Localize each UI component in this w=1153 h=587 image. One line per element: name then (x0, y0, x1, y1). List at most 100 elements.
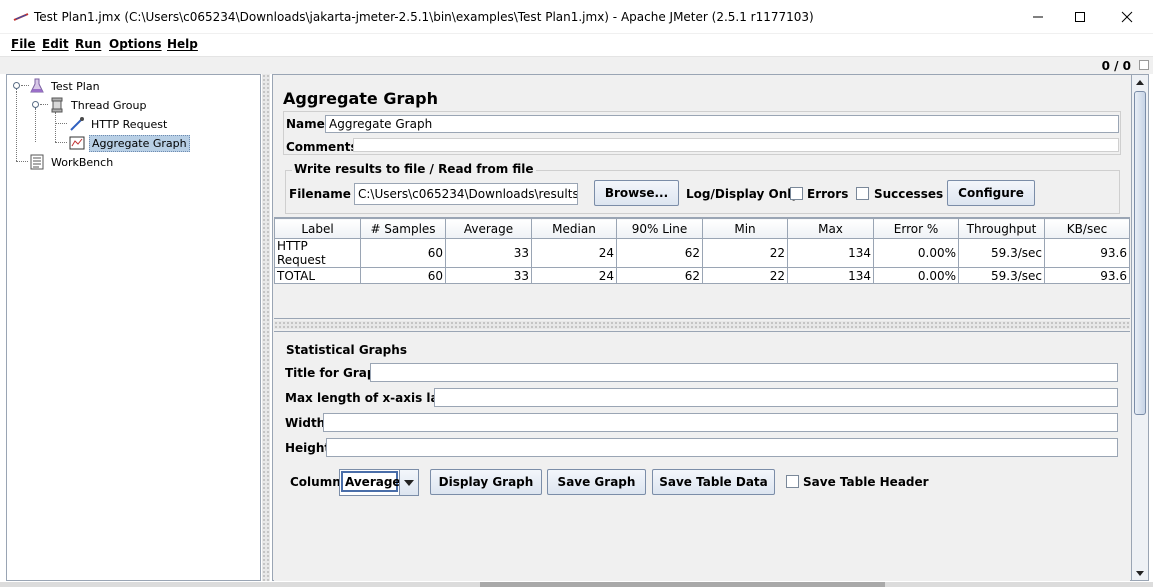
tree-item-http-request[interactable]: HTTP Request (69, 115, 169, 133)
max-length-input[interactable] (434, 388, 1118, 407)
thread-counter: 0 / 0 (1101, 59, 1131, 73)
column-header[interactable]: KB/sec (1044, 218, 1130, 239)
graphs-section-title: Statistical Graphs (286, 343, 407, 357)
window-title: Test Plan1.jmx (C:\Users\c065234\Downloa… (34, 10, 814, 24)
column-label: Column (290, 475, 341, 489)
display-graph-button[interactable]: Display Graph (430, 469, 542, 495)
maximize-button[interactable] (1057, 0, 1103, 34)
column-header[interactable]: Average (445, 218, 532, 239)
write-results-group: Write results to file / Read from file F… (285, 162, 1120, 214)
save-table-header-label: Save Table Header (803, 475, 929, 489)
tree-connector (40, 104, 48, 105)
scrollbar-thumb[interactable] (1134, 91, 1146, 415)
tree-item-label: Test Plan (51, 79, 100, 93)
status-strip: 0 / 0 (0, 56, 1153, 74)
name-label: Name: (286, 117, 330, 131)
table-cell: 24 (531, 238, 617, 268)
table-cell: 33 (445, 267, 532, 284)
save-graph-button[interactable]: Save Graph (547, 469, 646, 495)
horizontal-scrollbar-thumb[interactable] (480, 582, 885, 587)
aggregate-graph-panel: Aggregate Graph Name: Aggregate Graph Co… (272, 74, 1132, 581)
menu-file[interactable]: File (11, 37, 36, 51)
table-cell: 24 (531, 267, 617, 284)
column-header[interactable]: 90% Line (616, 218, 703, 239)
table-cell: 134 (787, 238, 874, 268)
tree-item-aggregate-graph[interactable]: Aggregate Graph (69, 134, 190, 152)
menu-run[interactable]: Run (75, 37, 101, 51)
save-table-data-button[interactable]: Save Table Data (652, 469, 775, 495)
scroll-down-icon[interactable] (1132, 566, 1148, 580)
column-header[interactable]: Min (702, 218, 788, 239)
table-cell: HTTP Request (274, 238, 361, 268)
workbench-icon (30, 154, 44, 170)
table-cell: 0.00% (873, 267, 959, 284)
tree-key-icon[interactable] (31, 100, 40, 109)
width-label: Width (285, 416, 326, 430)
save-table-header-checkbox[interactable] (786, 475, 799, 488)
table-cell: 93.6 (1044, 238, 1130, 268)
close-button[interactable] (1104, 0, 1150, 34)
scroll-up-icon[interactable] (1132, 75, 1148, 89)
height-label: Height (285, 441, 331, 455)
tree-connector (55, 112, 56, 142)
errors-checkbox[interactable] (790, 187, 803, 200)
panel-title: Aggregate Graph (283, 89, 439, 108)
title-for-graph-input[interactable] (370, 363, 1118, 382)
pipette-icon (70, 117, 84, 131)
tree-item-test-plan[interactable]: Test Plan (29, 77, 102, 95)
column-select-value: Average (341, 471, 401, 492)
column-header[interactable]: Throughput (958, 218, 1045, 239)
tree-item-label: Aggregate Graph (89, 134, 190, 152)
browse-button[interactable]: Browse... (594, 180, 679, 206)
tree-item-label: HTTP Request (91, 117, 168, 131)
spool-icon (51, 97, 63, 113)
title-bar: Test Plan1.jmx (C:\Users\c065234\Downloa… (0, 0, 1153, 34)
dropdown-arrow-icon[interactable] (399, 470, 418, 495)
table-cell: 22 (702, 267, 788, 284)
column-select[interactable]: Average (339, 469, 419, 496)
column-header[interactable]: Max (787, 218, 874, 239)
successes-checkbox[interactable] (856, 187, 869, 200)
column-header[interactable]: Error % (873, 218, 959, 239)
tree-connector (16, 161, 28, 162)
column-header[interactable]: Median (531, 218, 617, 239)
log-display-label: Log/Display Only: (686, 187, 804, 201)
name-input[interactable]: Aggregate Graph (325, 115, 1119, 133)
column-header[interactable]: Label (274, 218, 361, 239)
table-cell: 134 (787, 267, 874, 284)
table-cell: 33 (445, 238, 532, 268)
minimize-button[interactable] (1015, 0, 1061, 34)
close-icon (1121, 11, 1133, 23)
table-cell: 60 (360, 267, 446, 284)
jmeter-feather-icon (13, 13, 29, 21)
column-header[interactable]: # Samples (360, 218, 446, 239)
menu-bar: File Edit Run Options Help (0, 34, 1153, 56)
filename-input[interactable]: C:\Users\c065234\Downloads\results.jtl (354, 183, 578, 205)
graph-icon (69, 136, 85, 150)
results-table-container: Label # Samples Average Median 90% Line … (274, 217, 1130, 319)
table-cell: 93.6 (1044, 267, 1130, 284)
tree-item-label: Thread Group (71, 98, 147, 112)
tree-connector (35, 109, 36, 142)
results-table: Label # Samples Average Median 90% Line … (274, 218, 1130, 284)
tree-key-icon[interactable] (12, 81, 21, 90)
errors-label: Errors (807, 187, 849, 201)
table-row[interactable]: TOTAL 60 33 24 62 22 134 0.00% 59.3/sec … (274, 267, 1130, 284)
horizontal-splitter[interactable] (274, 321, 1130, 329)
test-plan-tree: Test Plan Thread Group HTTP Request Aggr… (6, 74, 261, 581)
menu-help[interactable]: Help (167, 37, 198, 51)
tree-item-thread-group[interactable]: Thread Group (49, 96, 148, 114)
comments-input[interactable] (353, 138, 1119, 152)
height-input[interactable] (326, 438, 1118, 457)
menu-edit[interactable]: Edit (42, 37, 69, 51)
configure-button[interactable]: Configure (947, 180, 1035, 206)
maximize-icon (1075, 12, 1085, 22)
flask-icon (30, 78, 44, 93)
file-group-title: Write results to file / Read from file (292, 162, 536, 176)
table-row[interactable]: HTTP Request 60 33 24 62 22 134 0.00% 59… (274, 238, 1130, 268)
vertical-splitter[interactable] (262, 74, 270, 581)
vertical-scrollbar[interactable] (1131, 74, 1149, 581)
width-input[interactable] (323, 413, 1118, 432)
tree-item-workbench[interactable]: WorkBench (29, 153, 115, 171)
menu-options[interactable]: Options (109, 37, 162, 51)
